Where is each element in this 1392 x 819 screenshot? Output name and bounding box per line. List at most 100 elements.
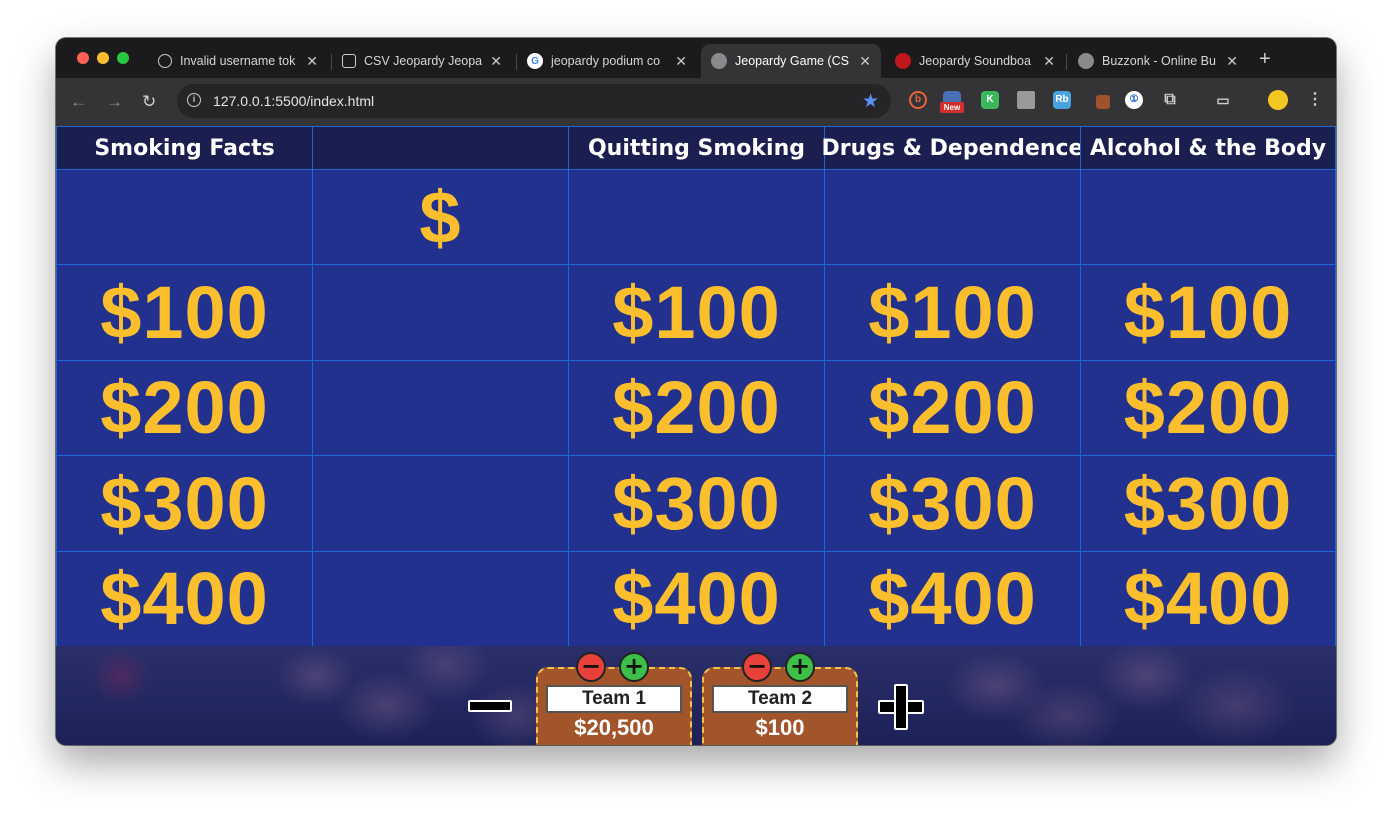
clue-value: $300 [612,461,781,545]
close-tab-icon[interactable]: ✕ [859,53,871,70]
tab-buzzonk[interactable]: Buzzonk - Online Bu ✕ [1068,44,1248,78]
clue-cell[interactable]: $100 [56,264,313,361]
clue-cell[interactable]: $400 [56,550,313,647]
clue-cell[interactable]: $200 [1080,359,1336,457]
openai-icon [342,54,356,68]
extension-qr-icon[interactable] [1017,91,1035,109]
globe-icon [711,53,727,69]
category-header [312,126,569,170]
browser-toolbar: ← → ↻ i 127.0.0.1:5500/index.html ★ b Ne… [56,78,1336,126]
increase-score-button[interactable]: + [785,652,815,682]
clue-value: $300 [868,461,1037,545]
extension-b-icon[interactable]: b [909,91,927,109]
clue-cell[interactable]: $300 [56,455,313,552]
url-text[interactable]: 127.0.0.1:5500/index.html [213,93,374,109]
decrease-score-button[interactable]: − [576,652,606,682]
bookmark-star-icon[interactable]: ★ [862,90,879,113]
decrease-score-button[interactable]: − [742,652,772,682]
tab-invalid-username[interactable]: Invalid username tok ✕ [148,44,328,78]
clue-cell[interactable]: $ [312,169,569,266]
clue-cell[interactable]: $300 [568,455,825,552]
clue-value: $300 [1123,461,1293,545]
clue-cell[interactable]: $200 [568,359,825,457]
add-team-button[interactable] [878,684,924,730]
menu-kebab-icon[interactable]: ⋮ [1306,91,1324,109]
browser-window: Invalid username tok ✕ CSV Jeopardy Jeop… [56,38,1336,745]
extension-rb-icon[interactable]: Rb [1053,91,1071,109]
team-score: $100 [755,715,805,740]
close-tab-icon[interactable]: ✕ [306,53,318,70]
clue-value: $200 [612,366,781,450]
clue-cell[interactable]: $300 [1080,455,1336,552]
clue-value: $200 [868,366,1037,450]
team-name-input[interactable]: Team 2 [712,685,848,713]
increase-score-button[interactable]: + [619,652,649,682]
address-bar[interactable]: i 127.0.0.1:5500/index.html ★ [177,84,891,118]
new-tab-button[interactable]: + [1259,48,1271,71]
close-tab-icon[interactable]: ✕ [675,53,687,70]
tab-jeopardy-game[interactable]: Jeopardy Game (CS ✕ [701,44,881,78]
profile-avatar[interactable] [1268,90,1288,110]
tab-title: Jeopardy Game (CS [735,54,849,68]
team-podium-1: − + Team 1 $20,500 [536,652,692,745]
remove-team-button[interactable] [468,700,512,712]
tab-jeopardy-soundboard[interactable]: Jeopardy Soundboa ✕ [885,44,1065,78]
clue-value: $300 [100,461,269,545]
close-window-button[interactable] [77,52,89,64]
clue-cell[interactable]: $100 [1080,264,1336,361]
clue-value: $100 [100,271,269,355]
clue-cell[interactable]: $400 [1080,550,1336,647]
clue-value: $200 [1123,366,1293,450]
team-name-input[interactable]: Team 1 [546,685,682,713]
tab-search-icon[interactable]: ▭ [1214,91,1232,109]
empty-cell [312,264,569,361]
openai-icon [158,54,172,68]
scoreboard-area: − + Team 1 $20,500 − + Team 2 $100 [56,646,1336,745]
forward-icon[interactable]: → [106,92,123,112]
empty-cell [56,169,313,266]
clue-cell[interactable]: $300 [824,455,1081,552]
password-manager-icon[interactable]: ① [1125,91,1143,109]
clue-value: $400 [1123,557,1293,641]
minimize-window-button[interactable] [97,52,109,64]
site-info-icon[interactable]: i [187,93,201,107]
clue-value: $100 [868,271,1037,355]
tab-csv-jeopardy[interactable]: CSV Jeopardy Jeopa ✕ [332,44,512,78]
empty-cell [824,169,1081,266]
google-icon: G [527,53,543,69]
category-header: Alcohol & the Body [1080,126,1336,170]
empty-cell [1080,169,1336,266]
jeopardy-board: Smoking Facts Quitting Smoking Drugs & Dep… [56,126,1336,647]
tab-title: jeopardy podium co [551,54,661,68]
close-tab-icon[interactable]: ✕ [490,53,502,70]
extension-k-icon[interactable]: K [981,91,999,109]
empty-cell [568,169,825,266]
extension-color-icon[interactable] [1096,95,1110,109]
jeopardy-page: Smoking Facts Quitting Smoking Drugs & Dep… [56,126,1336,745]
soundboard-icon [895,53,911,69]
reload-icon[interactable]: ↻ [142,92,156,112]
tab-strip: Invalid username tok ✕ CSV Jeopardy Jeop… [56,38,1336,78]
close-tab-icon[interactable]: ✕ [1226,53,1238,70]
clue-cell[interactable]: $400 [568,550,825,647]
new-badge: New [940,102,964,113]
close-tab-icon[interactable]: ✕ [1043,53,1055,70]
clue-cell[interactable]: $100 [568,264,825,361]
clue-value: $400 [868,557,1037,641]
extensions-puzzle-icon[interactable]: ⧉ [1161,91,1179,109]
window-controls [77,52,129,64]
globe-icon [1078,53,1094,69]
back-icon[interactable]: ← [70,92,87,112]
category-title: Alcohol & the Body [1089,135,1327,161]
clue-value: $100 [1123,271,1293,355]
tab-google-search[interactable]: G jeopardy podium co ✕ [517,44,697,78]
tab-title: Jeopardy Soundboa [919,54,1031,68]
clue-cell[interactable]: $400 [824,550,1081,647]
tab-title: Invalid username tok [180,54,296,68]
tab-title: CSV Jeopardy Jeopa [364,54,482,68]
clue-cell[interactable]: $200 [824,359,1081,457]
category-title: Quitting Smoking [587,135,805,161]
clue-cell[interactable]: $200 [56,359,313,457]
clue-cell[interactable]: $100 [824,264,1081,361]
zoom-window-button[interactable] [117,52,129,64]
